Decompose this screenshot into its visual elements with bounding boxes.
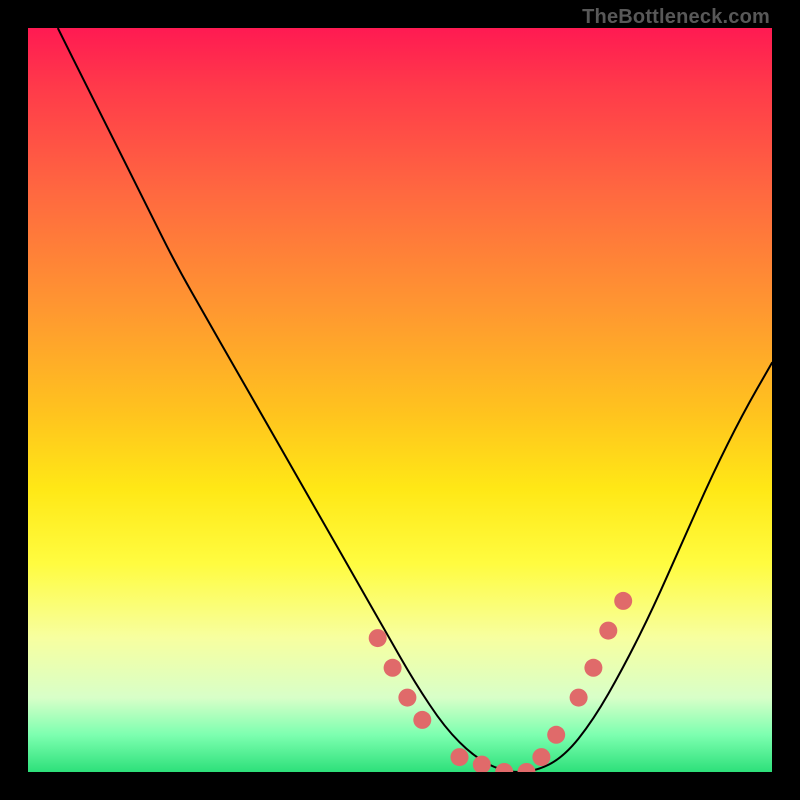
- marker-point: [532, 748, 550, 766]
- marker-point: [413, 711, 431, 729]
- plot-area: [28, 28, 772, 772]
- bottleneck-curve: [58, 28, 772, 772]
- marker-point: [384, 659, 402, 677]
- marker-point: [584, 659, 602, 677]
- marker-point: [473, 756, 491, 772]
- marker-point: [614, 592, 632, 610]
- marker-point: [369, 629, 387, 647]
- chart-svg: [28, 28, 772, 772]
- marker-point: [495, 763, 513, 772]
- marker-point: [518, 763, 536, 772]
- marker-point: [547, 726, 565, 744]
- marker-point: [398, 689, 416, 707]
- marker-point: [599, 622, 617, 640]
- attribution-label: TheBottleneck.com: [582, 6, 770, 29]
- marker-point: [570, 689, 588, 707]
- marker-group: [369, 592, 633, 772]
- marker-point: [451, 748, 469, 766]
- chart-frame: TheBottleneck.com: [0, 0, 800, 800]
